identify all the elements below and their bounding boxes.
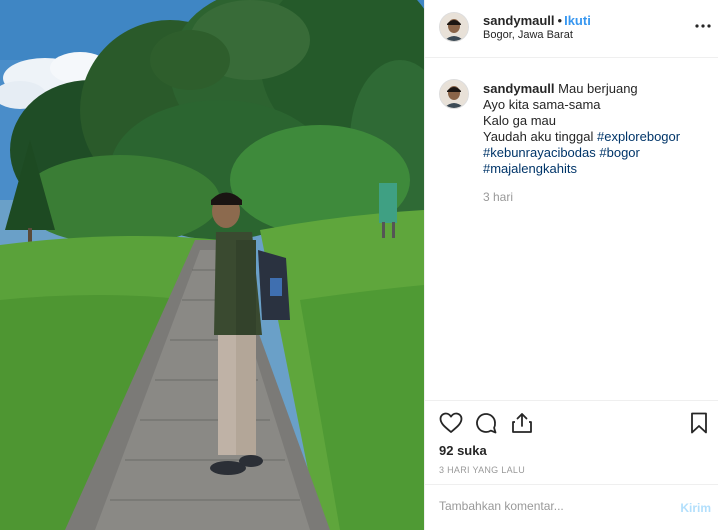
- caption-avatar[interactable]: [439, 79, 469, 109]
- caption-text-4: Yaudah aku tinggal: [483, 129, 594, 144]
- caption-line-6: #majalengkahits: [483, 161, 709, 177]
- header-user-line: sandymaull • Ikuti: [483, 13, 591, 28]
- location-link[interactable]: Bogor, Jawa Barat: [483, 29, 573, 41]
- send-comment-button[interactable]: Kirim: [680, 501, 711, 515]
- hashtag-link[interactable]: #bogor: [599, 145, 639, 160]
- post-header: sandymaull • Ikuti Bogor, Jawa Barat: [425, 0, 718, 58]
- add-comment-form: Kirim: [425, 484, 718, 530]
- bookmark-icon[interactable]: [686, 410, 712, 436]
- share-icon[interactable]: [509, 410, 535, 436]
- caption-line-4: Yaudah aku tinggal #explorebogor: [483, 129, 709, 145]
- comment-icon[interactable]: [473, 410, 499, 436]
- follow-button[interactable]: Ikuti: [564, 13, 591, 28]
- comment-input[interactable]: [439, 499, 659, 513]
- photo-scene: [0, 0, 424, 530]
- avatar-image: [440, 80, 468, 108]
- hashtag-link[interactable]: #kebunrayacibodas: [483, 145, 596, 160]
- avatar-image: [440, 13, 468, 41]
- caption-line-3: Kalo ga mau: [483, 113, 556, 128]
- caption-text: sandymaull Mau berjuang Ayo kita sama-sa…: [483, 81, 709, 177]
- post-details-panel: sandymaull • Ikuti Bogor, Jawa Barat san…: [424, 0, 718, 530]
- caption-section: sandymaull Mau berjuang Ayo kita sama-sa…: [425, 59, 718, 399]
- author-username[interactable]: sandymaull: [483, 13, 555, 28]
- action-bar: [425, 400, 718, 446]
- caption-text-1: Mau berjuang: [558, 81, 638, 96]
- caption-time-ago: 3 hari: [483, 190, 514, 204]
- separator-dot: •: [557, 13, 563, 28]
- caption-author[interactable]: sandymaull: [483, 81, 555, 96]
- avatar[interactable]: [439, 12, 469, 42]
- heart-icon[interactable]: [438, 410, 464, 436]
- instagram-post: sandymaull • Ikuti Bogor, Jawa Barat san…: [0, 0, 718, 530]
- caption-line-1: sandymaull Mau berjuang: [483, 81, 709, 97]
- post-timestamp: 3 HARI YANG LALU: [439, 465, 525, 475]
- caption-line-2: Ayo kita sama-sama: [483, 97, 601, 112]
- caption-line-5: #kebunrayacibodas #bogor: [483, 145, 709, 161]
- more-horizontal-icon[interactable]: [695, 18, 711, 34]
- post-photo[interactable]: [0, 0, 424, 530]
- likes-count[interactable]: 92 suka: [439, 443, 487, 458]
- hashtag-link[interactable]: #majalengkahits: [483, 161, 577, 176]
- hashtag-link[interactable]: #explorebogor: [597, 129, 680, 144]
